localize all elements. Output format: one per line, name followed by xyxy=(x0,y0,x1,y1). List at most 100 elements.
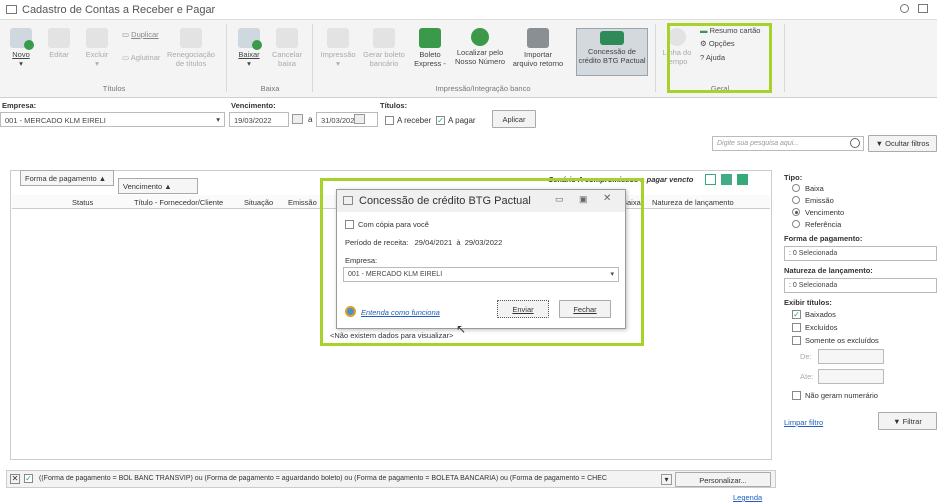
cancelar-baixa-button[interactable]: Cancelar baixa xyxy=(270,28,304,68)
highlight-box xyxy=(320,178,644,346)
highlight-box xyxy=(667,23,772,93)
a-pagar-checkbox[interactable]: ✓ xyxy=(436,116,445,125)
excluidos-checkbox[interactable] xyxy=(792,323,801,332)
ate-label: Ate: xyxy=(800,372,814,381)
editar-button[interactable]: Editar xyxy=(42,28,76,59)
tipo-option-label: Emissão xyxy=(805,196,834,205)
importar-retorno-button[interactable]: Importar arquivo retorno xyxy=(510,28,566,68)
cursor-icon: ↖ xyxy=(456,322,467,336)
group-label-baixa: Baixa xyxy=(260,84,280,93)
exibir-label: Exibir títulos: xyxy=(784,298,832,307)
calendar-icon[interactable] xyxy=(292,114,303,124)
vencimento-from-input[interactable]: 19/03/2022 xyxy=(229,112,289,127)
search-icon[interactable] xyxy=(850,138,860,148)
edit-icon xyxy=(48,28,70,48)
restore-icon[interactable] xyxy=(918,4,928,13)
empresa-select[interactable]: 001 - MERCADO KLM EIRELI ▾ xyxy=(0,112,225,127)
column-status[interactable]: Status xyxy=(72,198,93,207)
tipo-radio-emissao[interactable] xyxy=(792,196,800,204)
column-emissao[interactable]: Emissão xyxy=(288,198,317,207)
printer-icon xyxy=(327,28,349,48)
natureza-label: Natureza de lançamento: xyxy=(784,266,873,275)
nao-geram-checkbox[interactable] xyxy=(792,391,801,400)
renegotiate-icon xyxy=(180,28,202,48)
duplicar-button[interactable]: ▭ Duplicar xyxy=(122,30,159,39)
group-chip-forma[interactable]: Forma de pagamento ▲ xyxy=(20,170,114,186)
filter-expression: ((Forma de pagamento = BOL BANC TRANSVIP… xyxy=(39,475,607,482)
aplicar-button[interactable]: Aplicar xyxy=(492,110,536,128)
vencimento-to-input[interactable]: 31/03/2022 xyxy=(316,112,378,127)
somente-excluidos-checkbox[interactable] xyxy=(792,336,801,345)
ocultar-filtros-button[interactable]: ▼ Ocultar filtros xyxy=(868,135,937,152)
baixar-button[interactable]: Baixar ▾ xyxy=(232,28,266,68)
filter-enabled-checkbox[interactable]: ✓ xyxy=(24,474,33,483)
columns-icon[interactable] xyxy=(737,174,748,185)
empresa-value: 001 - MERCADO KLM EIRELI xyxy=(5,116,106,125)
column-natureza[interactable]: Natureza de lançamento xyxy=(652,198,734,207)
divider xyxy=(784,24,785,92)
money-icon xyxy=(600,31,624,45)
import-icon xyxy=(527,28,549,48)
a-pagar-label: A pagar xyxy=(448,116,476,125)
boleto-express-button[interactable]: Boleto Express - xyxy=(410,28,450,68)
search-icon xyxy=(471,28,489,46)
filter-icon: ▼ xyxy=(875,139,884,148)
gerar-boleto-button[interactable]: Gerar boleto bancário xyxy=(362,28,406,68)
natureza-select[interactable]: : 0 Selecionada xyxy=(784,278,937,293)
tipo-radio-vencimento[interactable] xyxy=(792,208,800,216)
search-input[interactable]: Digite sua pesquisa aqui... xyxy=(712,136,864,151)
dropdown-icon[interactable]: ▾ xyxy=(661,474,672,485)
excluidos-label: Excluídos xyxy=(805,323,838,332)
ribbon-toolbar: Novo ▾ Editar Excluir ▾ ▭ Duplicar ▭ Aglut… xyxy=(0,20,937,98)
calendar-icon[interactable] xyxy=(354,114,365,124)
baixados-checkbox[interactable]: ✓ xyxy=(792,310,801,319)
edit-icon[interactable] xyxy=(721,174,732,185)
de-date-input[interactable] xyxy=(818,349,884,364)
concessao-credito-button[interactable]: Concessão de crédito BTG Pactual xyxy=(576,28,648,76)
localizar-button[interactable]: Localizar pelo Nosso Número xyxy=(454,28,506,66)
search-placeholder: Digite sua pesquisa aqui... xyxy=(717,140,800,147)
excluir-button[interactable]: Excluir ▾ xyxy=(80,28,114,68)
somente-excluidos-label: Somente os excluídos xyxy=(805,336,879,345)
empresa-label: Empresa: xyxy=(2,101,37,110)
title-bar: Cadastro de Contas a Receber e Pagar xyxy=(0,0,937,20)
nao-geram-label: Não geram numerário xyxy=(805,391,878,400)
column-situacao[interactable]: Situação xyxy=(244,198,273,207)
impressao-button[interactable]: Impressão ▾ xyxy=(318,28,358,68)
new-document-icon xyxy=(10,28,34,50)
chevron-down-icon: ▾ xyxy=(216,115,220,124)
barcode-icon xyxy=(373,28,395,48)
tipo-radio-referencia[interactable] xyxy=(792,220,800,228)
save-icon[interactable] xyxy=(705,174,716,185)
group-chip-vencimento[interactable]: Vencimento ▲ xyxy=(118,178,198,194)
download-check-icon xyxy=(238,28,262,50)
filtrar-button[interactable]: ▼ Filtrar xyxy=(878,412,937,430)
de-label: De: xyxy=(800,352,812,361)
tipo-option-label: Baixa xyxy=(805,184,824,193)
settings-icon[interactable] xyxy=(900,4,909,13)
boleto-express-icon xyxy=(419,28,441,48)
personalizar-button[interactable]: Personalizar... xyxy=(675,472,771,487)
renegociacao-button[interactable]: Renegociação de títulos xyxy=(166,28,216,68)
ate-date-input[interactable] xyxy=(818,369,884,384)
filter-icon: ▼ xyxy=(893,417,901,426)
a-receber-checkbox[interactable] xyxy=(385,116,394,125)
limpar-filtro-link[interactable]: Limpar filtro xyxy=(784,418,823,427)
group-label-titulos: Títulos xyxy=(102,84,126,93)
a-receber-label: A receber xyxy=(397,116,432,125)
aglutinar-button[interactable]: ▭ Aglutinar xyxy=(122,53,160,62)
tipo-radio-baixa[interactable] xyxy=(792,184,800,192)
forma-select[interactable]: : 0 Selecionada xyxy=(784,246,937,261)
column-titulo[interactable]: Título - Fornecedor/Cliente xyxy=(134,198,223,207)
tipo-label: Tipo: xyxy=(784,173,803,182)
legenda-link[interactable]: Legenda xyxy=(733,493,762,502)
novo-button[interactable]: Novo ▾ xyxy=(4,28,38,68)
close-icon[interactable]: ✕ xyxy=(10,474,20,484)
forma-label: Forma de pagamento: xyxy=(784,234,863,243)
divider xyxy=(226,24,227,92)
tipo-option-label: Vencimento xyxy=(805,208,845,217)
window-title: Cadastro de Contas a Receber e Pagar xyxy=(22,4,216,16)
delete-icon xyxy=(86,28,108,48)
divider xyxy=(312,24,313,92)
app-icon xyxy=(6,5,17,14)
